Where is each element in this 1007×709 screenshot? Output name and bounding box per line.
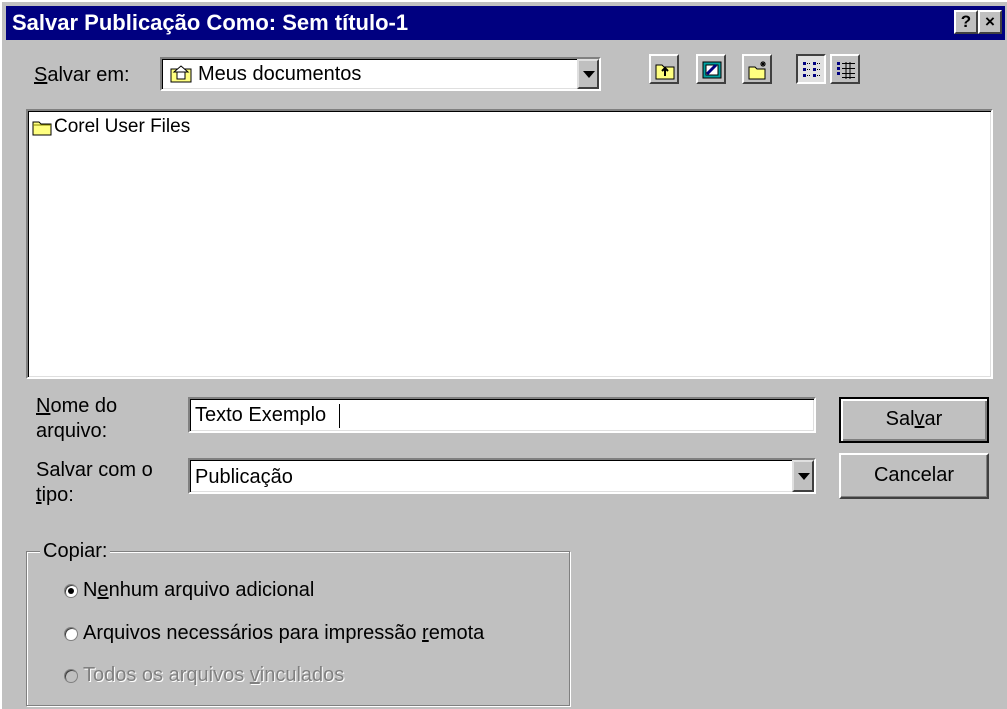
filetype-label: Salvar com o bbox=[36, 459, 153, 481]
up-one-level-button[interactable] bbox=[649, 54, 679, 84]
details-view-button[interactable] bbox=[830, 54, 860, 84]
details-view-icon bbox=[837, 62, 855, 79]
file-name: Corel User Files bbox=[54, 116, 191, 137]
text-cursor bbox=[339, 404, 340, 428]
radio-button bbox=[64, 669, 78, 683]
new-folder-icon bbox=[748, 61, 766, 80]
filetype-label-line2: tipo: bbox=[36, 484, 74, 506]
copy-group-legend: Copiar: bbox=[40, 540, 111, 563]
filetype-dropdown-button[interactable] bbox=[792, 460, 814, 492]
list-view-icon bbox=[803, 62, 821, 77]
save-in-combo[interactable]: Meus documentos bbox=[160, 57, 601, 91]
radio-label: Nenhum arquivo adicional bbox=[83, 579, 315, 601]
desktop-icon bbox=[702, 61, 722, 79]
window-title: Salvar Publicação Como: Sem título-1 bbox=[12, 10, 409, 35]
save-in-value: Meus documentos bbox=[198, 63, 362, 85]
cancel-button[interactable]: Cancelar bbox=[839, 453, 989, 499]
radio-button[interactable] bbox=[64, 627, 78, 641]
close-icon: × bbox=[985, 12, 995, 31]
filename-label-line2: arquivo: bbox=[36, 420, 108, 442]
filename-label: Nome do bbox=[36, 395, 118, 417]
new-folder-button[interactable] bbox=[742, 54, 772, 84]
filetype-value: Publicação bbox=[195, 466, 293, 488]
save-as-dialog: Salvar Publicação Como: Sem título-1 ? ×… bbox=[0, 0, 1007, 709]
help-icon: ? bbox=[960, 12, 972, 31]
chevron-down-icon bbox=[583, 71, 595, 78]
help-button[interactable]: ? bbox=[954, 10, 978, 34]
filename-input[interactable]: Texto Exemplo bbox=[188, 397, 816, 433]
filename-value: Texto Exemplo bbox=[195, 404, 327, 426]
home-folder-icon bbox=[170, 63, 192, 88]
radio-selected-dot bbox=[68, 588, 74, 594]
save-in-dropdown-button[interactable] bbox=[577, 59, 599, 89]
save-in-label: Salvar em: bbox=[34, 64, 130, 86]
chevron-down-icon bbox=[798, 473, 810, 480]
save-button[interactable]: Salvar bbox=[839, 397, 989, 443]
radio-button[interactable] bbox=[64, 584, 78, 598]
file-list[interactable]: Corel User Files bbox=[26, 109, 993, 379]
list-view-button[interactable] bbox=[796, 54, 826, 84]
filetype-select[interactable]: Publicação bbox=[188, 458, 816, 494]
radio-label: Todos os arquivos vinculados bbox=[83, 664, 345, 686]
folder-up-icon bbox=[655, 64, 675, 80]
close-button[interactable]: × bbox=[978, 10, 1002, 34]
radio-label: Arquivos necessários para impressão remo… bbox=[83, 622, 485, 644]
desktop-button[interactable] bbox=[696, 54, 726, 84]
folder-icon bbox=[32, 119, 52, 141]
title-bar[interactable]: Salvar Publicação Como: Sem título-1 ? × bbox=[6, 6, 1005, 40]
